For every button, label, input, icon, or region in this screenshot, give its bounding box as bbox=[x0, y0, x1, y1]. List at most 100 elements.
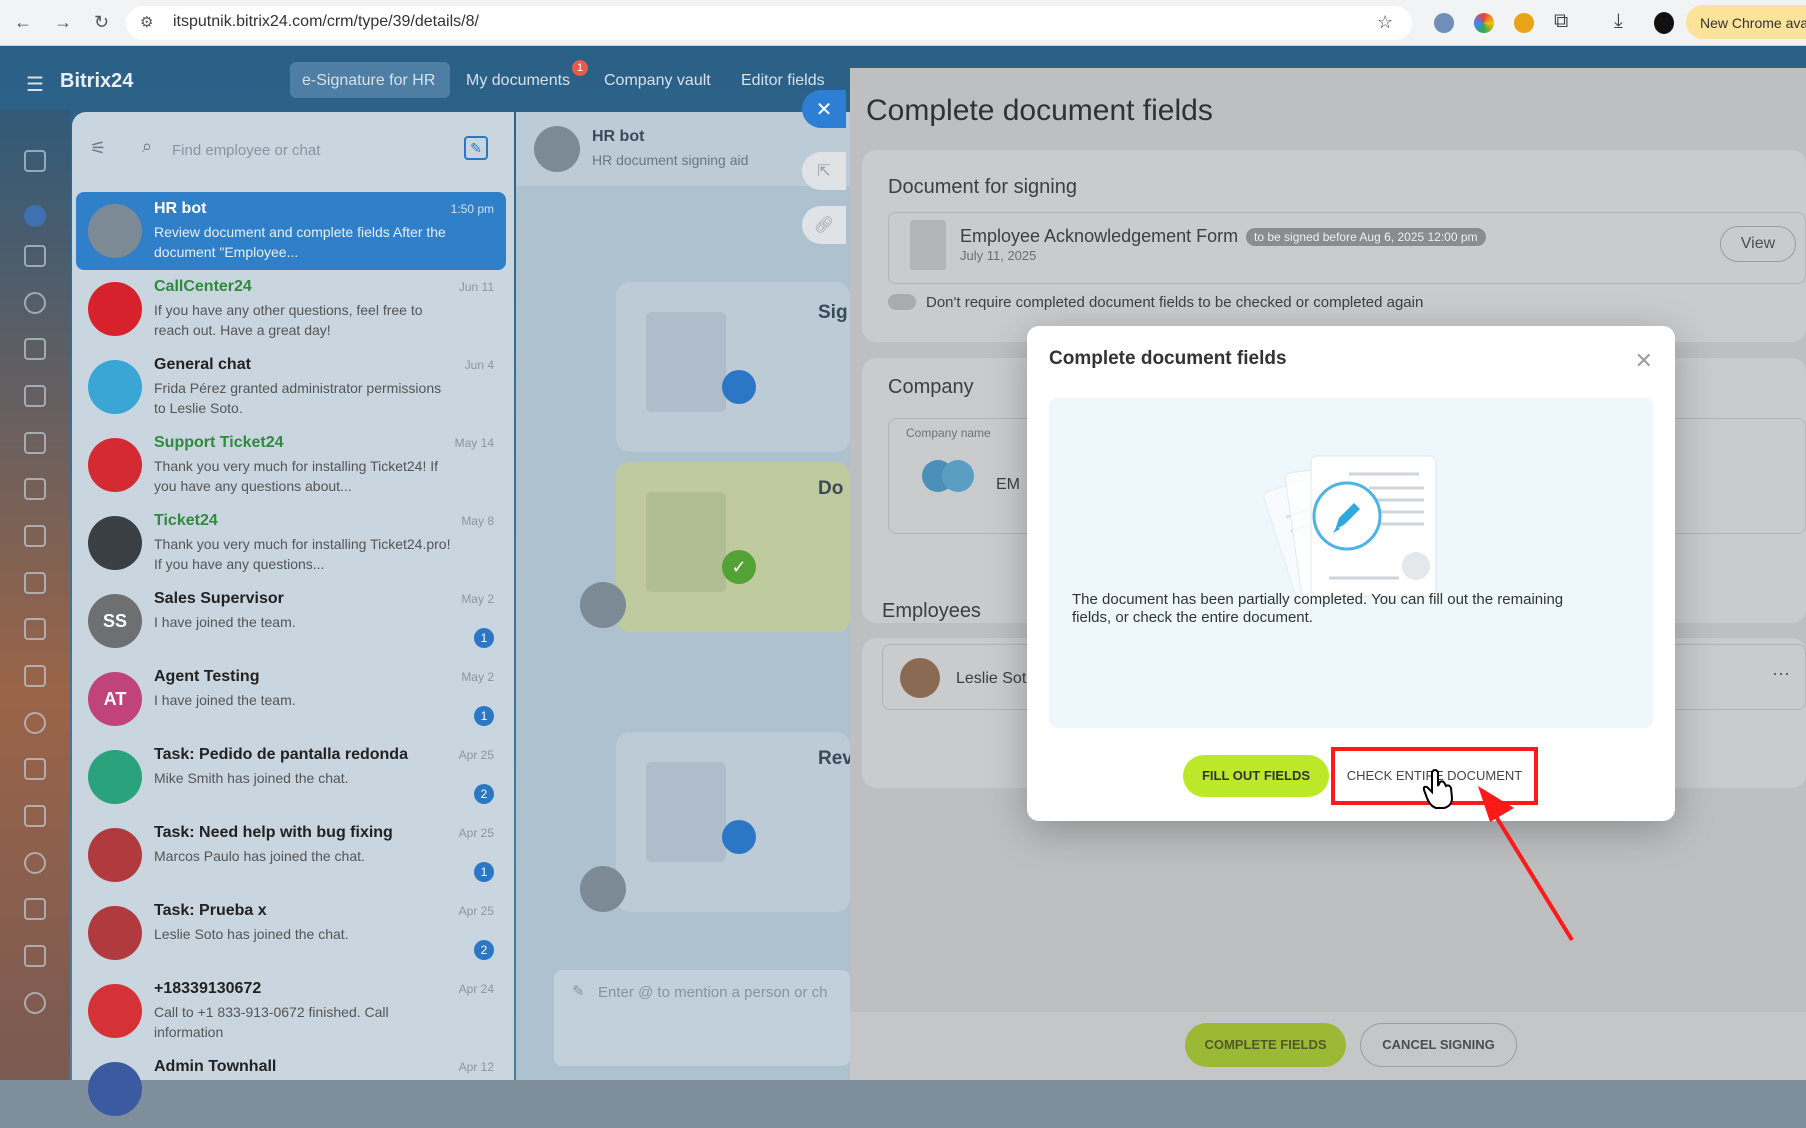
home-icon[interactable] bbox=[24, 150, 46, 172]
close-slider-button[interactable]: ✕ bbox=[802, 90, 846, 128]
drive-icon[interactable] bbox=[24, 572, 46, 594]
left-navigation-rail bbox=[0, 110, 70, 1080]
card-title: Do bbox=[818, 478, 844, 499]
documents-icon[interactable] bbox=[24, 525, 46, 547]
chat-list-item[interactable]: Support Ticket24 Thank you very much for … bbox=[76, 426, 506, 504]
more-icon[interactable]: ⋯ bbox=[1772, 664, 1790, 685]
workgroups-icon[interactable] bbox=[24, 665, 46, 687]
filter-icon[interactable]: ⚟ bbox=[90, 138, 106, 159]
toggle-switch[interactable] bbox=[888, 294, 916, 310]
avatar bbox=[88, 204, 142, 258]
avatar bbox=[88, 438, 142, 492]
chat-list-item[interactable]: General chat Frida Pérez granted administ… bbox=[76, 348, 506, 426]
reports-icon[interactable] bbox=[24, 945, 46, 967]
open-new-window-icon[interactable]: ⇱ bbox=[802, 152, 846, 190]
search-icon: ⌕ bbox=[142, 136, 153, 156]
menu-icon[interactable]: ☰ bbox=[26, 72, 44, 97]
feed-icon[interactable] bbox=[24, 245, 46, 267]
star-icon[interactable]: ☆ bbox=[1377, 12, 1393, 33]
chat-list-item[interactable]: Task: Prueba x Leslie Soto has joined the… bbox=[76, 894, 506, 972]
chat-list-item[interactable]: AT Agent Testing I have joined the team. Ma… bbox=[76, 660, 506, 738]
site-info-icon[interactable]: ⚙ bbox=[140, 13, 153, 31]
avatar bbox=[88, 360, 142, 414]
download-icon[interactable]: ⤓ bbox=[1614, 10, 1623, 33]
search-input[interactable]: Find employee or chat bbox=[172, 142, 320, 159]
conversation-pane: HR bot HR document signing aid Sig ✓ Do … bbox=[516, 112, 853, 1080]
mail-icon[interactable] bbox=[24, 618, 46, 640]
slider-title: Complete document fields bbox=[866, 94, 1213, 127]
conversation-title[interactable]: HR bot bbox=[592, 128, 644, 146]
back-icon[interactable]: ← bbox=[14, 12, 32, 33]
chat-list-item[interactable]: +18339130672 Call to +1 833-913-0672 fini… bbox=[76, 972, 506, 1050]
chat-list-item[interactable]: Ticket24 Thank you very much for installi… bbox=[76, 504, 506, 582]
unread-badge: 1 bbox=[474, 628, 494, 648]
close-icon[interactable]: ✕ bbox=[1635, 348, 1653, 374]
browser-toolbar: ← → ↻ ⚙ itsputnik.bitrix24.com/crm/type/… bbox=[0, 0, 1806, 46]
profile-avatar[interactable] bbox=[1654, 12, 1674, 34]
new-chat-icon[interactable]: ✎ bbox=[464, 136, 488, 160]
settings-icon[interactable] bbox=[24, 992, 46, 1014]
chat-last-message: Thank you very much for installing Ticke… bbox=[154, 458, 439, 494]
chat-list-item[interactable]: Task: Need help with bug fixing Marcos Pa… bbox=[76, 816, 506, 894]
complete-fields-dialog: Complete document fields ✕ The document bbox=[1027, 326, 1675, 821]
tab-company-vault[interactable]: Company vault bbox=[604, 72, 711, 90]
reload-icon[interactable]: ↻ bbox=[94, 12, 109, 33]
document-name[interactable]: Employee Acknowledgement Form bbox=[960, 226, 1238, 247]
avatar bbox=[88, 984, 142, 1038]
extension-icon[interactable] bbox=[1514, 13, 1534, 33]
chat-name: Support Ticket24 bbox=[154, 434, 284, 451]
calendar-icon[interactable] bbox=[24, 478, 46, 500]
crm-icon[interactable] bbox=[24, 292, 46, 314]
new-chrome-available-button[interactable]: New Chrome avai bbox=[1686, 5, 1806, 39]
chat-last-message: Mike Smith has joined the chat. bbox=[154, 770, 349, 786]
chat-list-item[interactable]: Admin Townhall Apr 12 bbox=[76, 1050, 506, 1128]
document-illustration bbox=[1263, 455, 1437, 607]
fill-out-fields-button[interactable]: FILL OUT FIELDS bbox=[1183, 755, 1329, 797]
chat-last-message: Thank you very much for installing Ticke… bbox=[154, 536, 451, 572]
avatar bbox=[580, 582, 626, 628]
annotation-arrow-icon bbox=[1478, 786, 1574, 942]
chat-name: General chat bbox=[154, 356, 251, 373]
link-icon[interactable]: 🔗︎ bbox=[802, 206, 846, 244]
view-button[interactable]: View bbox=[1720, 226, 1796, 262]
automation-icon[interactable] bbox=[24, 385, 46, 407]
chat-name: CallCenter24 bbox=[154, 278, 252, 295]
tab-esignature[interactable]: e-Signature for HR bbox=[302, 72, 435, 90]
tasks-icon[interactable] bbox=[24, 338, 46, 360]
marketing-icon[interactable] bbox=[24, 852, 46, 874]
hand-cursor-icon bbox=[1422, 769, 1454, 809]
chat-name: Sales Supervisor bbox=[154, 590, 284, 607]
dialog-illustration-area bbox=[1049, 398, 1653, 728]
card-title: Sig bbox=[818, 302, 848, 323]
document-icon bbox=[646, 312, 726, 412]
inventory-icon[interactable] bbox=[24, 805, 46, 827]
attach-icon[interactable]: ✎ bbox=[572, 982, 585, 1000]
complete-fields-button[interactable]: COMPLETE FIELDS bbox=[1185, 1023, 1346, 1067]
avatar[interactable] bbox=[534, 126, 580, 172]
chat-last-message: Marcos Paulo has joined the chat. bbox=[154, 848, 365, 864]
employee-name[interactable]: Leslie Sot bbox=[956, 670, 1026, 688]
booking-icon[interactable] bbox=[24, 758, 46, 780]
contact-center-icon[interactable] bbox=[24, 712, 46, 734]
shop-icon[interactable] bbox=[24, 898, 46, 920]
chat-date: Apr 12 bbox=[458, 1060, 494, 1074]
tab-my-documents[interactable]: My documents bbox=[466, 72, 570, 90]
chat-list-item[interactable]: Task: Pedido de pantalla redonda Mike Smi… bbox=[76, 738, 506, 816]
chat-last-message: If you have any other questions, feel fr… bbox=[154, 302, 423, 338]
close-icon[interactable] bbox=[24, 205, 46, 227]
tab-editor-fields[interactable]: Editor fields bbox=[741, 72, 825, 90]
url-text[interactable]: itsputnik.bitrix24.com/crm/type/39/detai… bbox=[173, 13, 479, 31]
unread-badge: 1 bbox=[474, 706, 494, 726]
cancel-signing-button[interactable]: CANCEL SIGNING bbox=[1360, 1023, 1517, 1067]
app-logo[interactable]: Bitrix24 bbox=[60, 70, 133, 93]
chat-list-item[interactable]: HR bot Review document and complete field… bbox=[76, 192, 506, 270]
forward-icon[interactable]: → bbox=[54, 12, 72, 33]
chat-list-item[interactable]: SS Sales Supervisor I have joined the team… bbox=[76, 582, 506, 660]
document-icon bbox=[646, 492, 726, 592]
puzzle-icon[interactable]: ⧉ bbox=[1554, 10, 1568, 33]
chat-list-item[interactable]: CallCenter24 If you have any other questi… bbox=[76, 270, 506, 348]
avatar bbox=[900, 658, 940, 698]
extension-icon[interactable] bbox=[1434, 13, 1454, 33]
extension-icon[interactable] bbox=[1474, 13, 1494, 33]
forms-icon[interactable] bbox=[24, 432, 46, 454]
